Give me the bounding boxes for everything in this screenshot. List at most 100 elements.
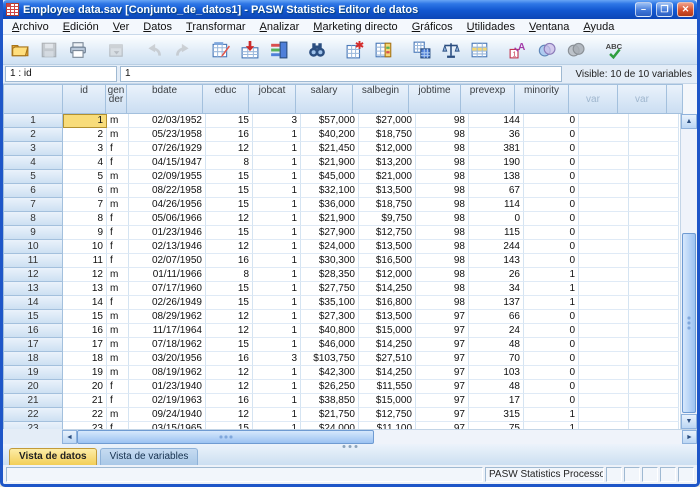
data-cell[interactable]: 0 bbox=[524, 338, 579, 352]
data-cell[interactable]: 98 bbox=[416, 156, 469, 170]
data-cell[interactable]: 1 bbox=[253, 394, 301, 408]
data-cell[interactable]: 3 bbox=[253, 352, 301, 366]
tab-variable-view[interactable]: Vista de variables bbox=[100, 448, 199, 465]
data-cell[interactable]: 20 bbox=[63, 380, 107, 394]
data-cell[interactable]: 04/26/1956 bbox=[129, 198, 206, 212]
data-cell[interactable]: 02/13/1946 bbox=[129, 240, 206, 254]
row-header-14[interactable]: 14 bbox=[3, 295, 63, 310]
data-cell[interactable] bbox=[629, 324, 679, 338]
data-cell[interactable]: 3 bbox=[63, 142, 107, 156]
data-cell[interactable] bbox=[629, 296, 679, 310]
data-cell[interactable]: 1 bbox=[253, 128, 301, 142]
data-cell[interactable]: 17 bbox=[63, 338, 107, 352]
data-cell[interactable]: 1 bbox=[253, 408, 301, 422]
row-header-5[interactable]: 5 bbox=[3, 169, 63, 184]
data-cell[interactable] bbox=[579, 156, 629, 170]
data-cell[interactable] bbox=[579, 338, 629, 352]
data-cell[interactable]: $27,750 bbox=[301, 282, 359, 296]
vertical-scroll-thumb[interactable] bbox=[682, 233, 696, 413]
row-header-2[interactable]: 2 bbox=[3, 127, 63, 142]
data-cell[interactable]: 0 bbox=[524, 128, 579, 142]
data-cell[interactable]: 12 bbox=[63, 268, 107, 282]
data-cell[interactable]: $21,750 bbox=[301, 408, 359, 422]
spell-check-icon[interactable]: ABC bbox=[601, 38, 626, 62]
column-header-salary[interactable]: salary bbox=[295, 84, 353, 114]
data-cell[interactable] bbox=[579, 184, 629, 198]
data-cell[interactable]: 16 bbox=[63, 324, 107, 338]
find-icon[interactable] bbox=[304, 38, 329, 62]
data-cell[interactable] bbox=[629, 422, 679, 429]
data-cell[interactable]: $21,900 bbox=[301, 156, 359, 170]
data-cell[interactable]: 12 bbox=[206, 310, 253, 324]
data-cell[interactable]: 1 bbox=[253, 366, 301, 380]
data-cell[interactable]: m bbox=[107, 366, 129, 380]
data-cell[interactable] bbox=[579, 240, 629, 254]
data-cell[interactable] bbox=[629, 380, 679, 394]
data-cell[interactable]: 98 bbox=[416, 184, 469, 198]
data-cell[interactable]: 5 bbox=[63, 170, 107, 184]
data-cell[interactable]: 98 bbox=[416, 226, 469, 240]
data-cell[interactable]: 12 bbox=[206, 240, 253, 254]
data-cell[interactable] bbox=[629, 408, 679, 422]
row-header-6[interactable]: 6 bbox=[3, 183, 63, 198]
column-header-id[interactable]: id bbox=[62, 84, 106, 114]
data-cell[interactable] bbox=[629, 184, 679, 198]
data-cell[interactable] bbox=[629, 240, 679, 254]
row-header-17[interactable]: 17 bbox=[3, 337, 63, 352]
data-cell[interactable]: $57,000 bbox=[301, 114, 359, 128]
data-cell[interactable]: $40,200 bbox=[301, 128, 359, 142]
data-cell[interactable]: 19 bbox=[63, 366, 107, 380]
data-cell[interactable]: 23 bbox=[63, 422, 107, 429]
open-data-icon[interactable] bbox=[7, 38, 32, 62]
data-cell[interactable]: 18 bbox=[63, 352, 107, 366]
data-cell[interactable]: 1 bbox=[253, 310, 301, 324]
row-header-8[interactable]: 8 bbox=[3, 211, 63, 226]
data-cell[interactable]: 02/19/1963 bbox=[129, 394, 206, 408]
data-cell[interactable] bbox=[629, 268, 679, 282]
data-cell[interactable]: 66 bbox=[469, 310, 524, 324]
data-cell[interactable]: 05/06/1966 bbox=[129, 212, 206, 226]
data-cell[interactable]: $36,000 bbox=[301, 198, 359, 212]
goto-variable-icon[interactable] bbox=[237, 38, 262, 62]
data-cell[interactable] bbox=[579, 394, 629, 408]
data-cell[interactable]: 1 bbox=[524, 408, 579, 422]
data-cell[interactable]: 15 bbox=[206, 282, 253, 296]
data-cell[interactable]: 8 bbox=[63, 212, 107, 226]
data-cell[interactable]: 0 bbox=[524, 198, 579, 212]
insert-cases-icon[interactable] bbox=[342, 38, 367, 62]
data-cell[interactable]: 12 bbox=[206, 212, 253, 226]
cell-reference[interactable]: 1 : id bbox=[5, 66, 117, 82]
data-cell[interactable]: 98 bbox=[416, 254, 469, 268]
menu-utilidades[interactable]: Utilidades bbox=[460, 20, 522, 34]
data-cell[interactable]: m bbox=[107, 170, 129, 184]
data-cell[interactable]: 14 bbox=[63, 296, 107, 310]
row-header-3[interactable]: 3 bbox=[3, 141, 63, 156]
data-cell[interactable]: 16 bbox=[206, 352, 253, 366]
data-cell[interactable]: $18,750 bbox=[359, 128, 416, 142]
data-cell[interactable]: 13 bbox=[63, 282, 107, 296]
data-cell[interactable] bbox=[629, 282, 679, 296]
data-cell[interactable]: 0 bbox=[524, 170, 579, 184]
data-cell[interactable]: 07/18/1962 bbox=[129, 338, 206, 352]
data-cell[interactable]: f bbox=[107, 240, 129, 254]
data-cell[interactable] bbox=[629, 394, 679, 408]
data-cell[interactable]: $11,100 bbox=[359, 422, 416, 429]
split-file-icon[interactable] bbox=[409, 38, 434, 62]
close-button[interactable]: ✕ bbox=[677, 2, 694, 17]
data-cell[interactable]: 144 bbox=[469, 114, 524, 128]
data-cell[interactable]: 16 bbox=[206, 394, 253, 408]
data-cell[interactable]: 0 bbox=[524, 114, 579, 128]
variables-icon[interactable] bbox=[266, 38, 291, 62]
data-cell[interactable]: 15 bbox=[206, 170, 253, 184]
data-cell[interactable]: 97 bbox=[416, 408, 469, 422]
title-bar[interactable]: Employee data.sav [Conjunto_de_datos1] -… bbox=[3, 0, 697, 19]
menu-ver[interactable]: Ver bbox=[106, 20, 137, 34]
data-cell[interactable]: 01/23/1946 bbox=[129, 226, 206, 240]
data-cell[interactable]: $24,000 bbox=[301, 422, 359, 429]
data-cell[interactable]: 0 bbox=[469, 212, 524, 226]
data-cell[interactable]: 4 bbox=[63, 156, 107, 170]
data-cell[interactable] bbox=[579, 422, 629, 429]
data-cell[interactable]: 07/17/1960 bbox=[129, 282, 206, 296]
data-cell[interactable]: m bbox=[107, 114, 129, 128]
row-header-10[interactable]: 10 bbox=[3, 239, 63, 254]
